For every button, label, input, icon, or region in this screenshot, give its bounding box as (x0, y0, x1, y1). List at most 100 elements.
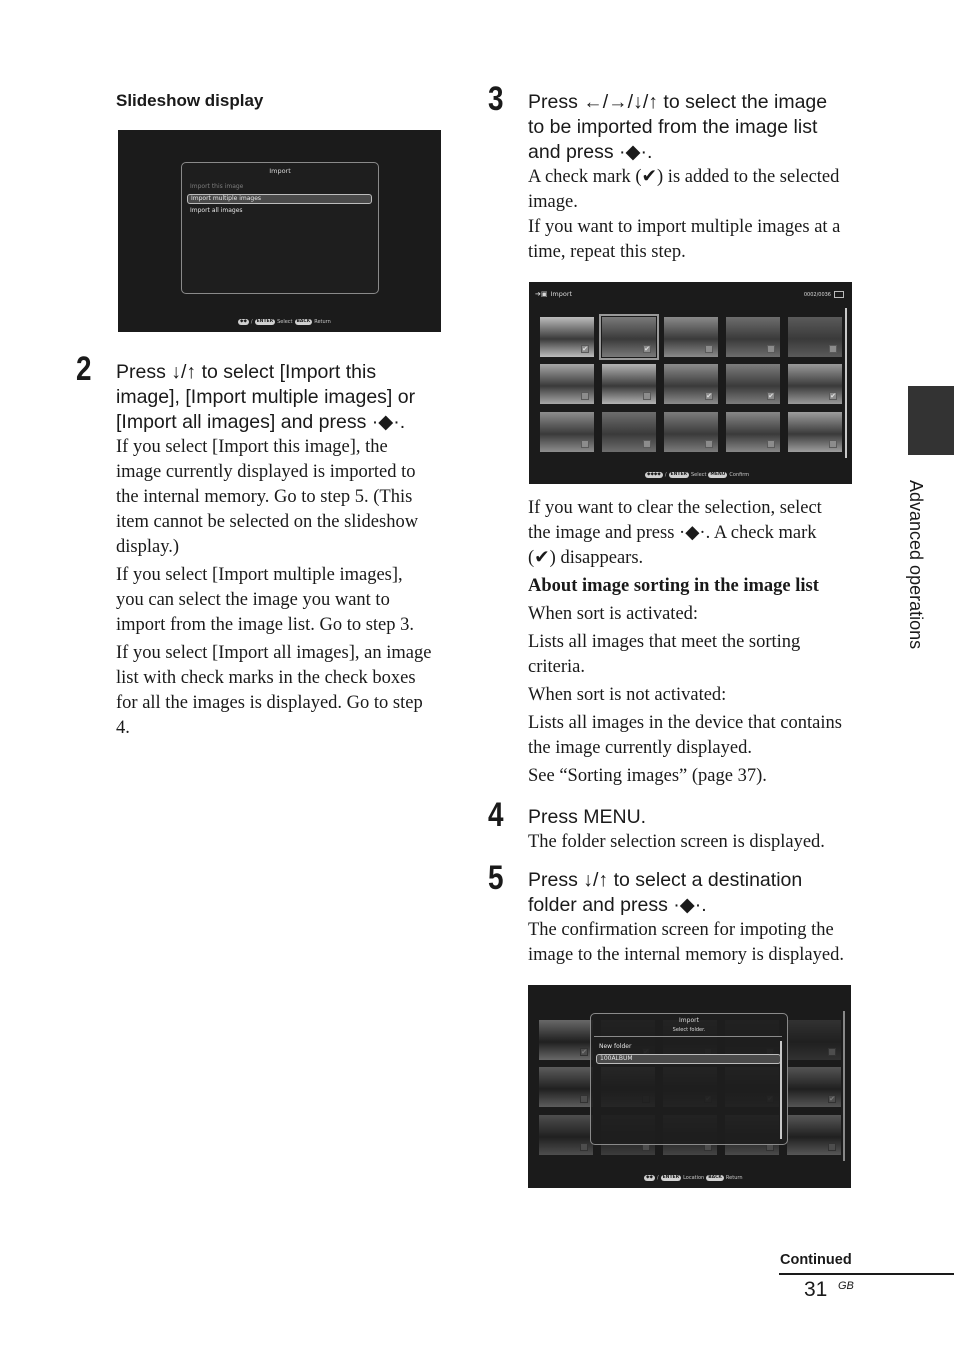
thumbnail-pier[interactable] (602, 364, 656, 404)
enter-key-icon: ENTER (668, 472, 689, 478)
folder-item-100album[interactable]: 100ALBUM (596, 1054, 781, 1064)
checkbox (828, 1143, 836, 1151)
step-5-paragraph: The confirmation screen for impoting the… (528, 920, 844, 965)
menu-item-import-multiple-images[interactable]: Import multiple images (187, 194, 372, 204)
thumbnail-beach-umbrella[interactable] (788, 317, 842, 357)
checkbox[interactable] (581, 392, 589, 400)
section-tab-label: Advanced operations (906, 480, 926, 650)
step-number-3: 3 (488, 80, 504, 118)
checkbox (580, 1143, 588, 1151)
scrollbar[interactable] (845, 308, 847, 458)
thumbnail-mountains (539, 1115, 593, 1155)
page-number: 31 (804, 1278, 828, 1301)
checkbox[interactable] (829, 440, 837, 448)
footer-rule (779, 1273, 954, 1275)
step-3: Press ←/→/↓/↑ to select the image to be … (528, 90, 868, 265)
checkbox: ✔ (828, 1095, 836, 1103)
sorting-line: Lists all images in the device that cont… (528, 713, 842, 758)
thumbnail-mountains[interactable] (540, 412, 594, 452)
section-tab-marker (908, 386, 954, 455)
thumbnail-lilies: ✔ (539, 1020, 593, 1060)
up-down-icon: ◆◆ (238, 319, 249, 325)
enter-key-icon: ENTER (660, 1175, 682, 1181)
slideshow-display-title: Slideshow display (116, 91, 264, 110)
checkbox: ✔ (580, 1048, 588, 1056)
divider (594, 1036, 782, 1037)
checkbox[interactable] (581, 440, 589, 448)
step-2-paragraph: If you select [Import multiple images], y… (116, 565, 415, 635)
thumbnail-snow-mountain[interactable] (726, 412, 780, 452)
back-key-icon: BACK (294, 319, 313, 325)
checkbox[interactable]: ✔ (705, 392, 713, 400)
checkbox[interactable]: ✔ (767, 392, 775, 400)
checkbox[interactable]: ✔ (643, 345, 651, 353)
back-key-icon: BACK (706, 1175, 724, 1181)
thumbnail-beach-umbrella (787, 1020, 841, 1060)
menu-item-import-this-image[interactable]: Import this image (190, 183, 243, 190)
thumbnail-sea (539, 1067, 593, 1107)
step-number-4: 4 (488, 796, 504, 834)
screen-footer: ◆◆ / ENTER Location BACK Return (644, 1175, 743, 1181)
step-4-heading: Press MENU. (528, 806, 647, 828)
checkbox[interactable] (705, 440, 713, 448)
thumbnail-potted-plants[interactable]: ✔ (788, 364, 842, 404)
thumbnail-city-harbor (787, 1115, 841, 1155)
sorting-line: When sort is not activated: (528, 685, 727, 705)
thumbnail-lilies[interactable]: ✔ (540, 317, 594, 357)
enter-key-icon: ENTER (254, 319, 276, 325)
checkbox[interactable] (705, 345, 713, 353)
step-2-paragraph: If you select [Import this image], the im… (116, 437, 419, 557)
checkbox[interactable] (643, 392, 651, 400)
checkbox[interactable]: ✔ (581, 345, 589, 353)
clear-selection-paragraph: If you want to clear the selection, sele… (528, 498, 822, 568)
step-number-2: 2 (76, 350, 92, 388)
import-menu-dialog: Import Import this image Import multiple… (181, 162, 379, 294)
thumbnail-flower-box[interactable]: ✔ (664, 364, 718, 404)
folder-item-new-folder[interactable]: New folder (599, 1043, 631, 1050)
checkbox[interactable] (767, 345, 775, 353)
sorting-line: Lists all images that meet the sorting cr… (528, 632, 801, 677)
step-5: Press ↓/↑ to select a destination folder… (528, 868, 868, 968)
checkbox[interactable] (829, 345, 837, 353)
thumbnail-road[interactable] (664, 412, 718, 452)
dialog-subtitle: Select folder. (672, 1027, 706, 1033)
four-way-icon: ◆◆◆◆ (645, 472, 663, 478)
checkbox[interactable]: ✔ (829, 392, 837, 400)
step-2-paragraph: If you select [Import all images], an im… (116, 643, 432, 738)
thumbnail-lake[interactable] (602, 412, 656, 452)
screen-header: ➔▣ Import (535, 290, 573, 298)
dialog-title: Import (269, 167, 291, 175)
sorting-line: When sort is activated: (528, 604, 699, 624)
page-locale: GB (838, 1280, 854, 1292)
thumbnail-city-harbor[interactable] (788, 412, 842, 452)
sorting-title: About image sorting in the image list (528, 576, 819, 596)
after-image-list: If you want to clear the selection, sele… (528, 496, 868, 792)
menu-item-import-all-images[interactable]: Import all images (190, 207, 243, 214)
sorting-page-reference[interactable]: See “Sorting images” (page 37). (528, 764, 868, 789)
thumbnail-sea[interactable] (540, 364, 594, 404)
checkbox[interactable] (643, 440, 651, 448)
display-icon (834, 291, 844, 298)
menu-key-icon: MENU (708, 472, 728, 478)
background-scrollbar (843, 1011, 845, 1161)
screen-footer: ◆◆ / ENTER Select BACK Return (238, 319, 331, 325)
thumbnail-potted-plants: ✔ (787, 1067, 841, 1107)
step-number-5: 5 (488, 859, 504, 897)
thumbnail-field-flowers[interactable] (726, 317, 780, 357)
step-5-heading: Press ↓/↑ to select a destination folder… (528, 869, 803, 916)
image-list-screen: ➔▣ Import 0002/0036 ✔ ✔ ✔ ✔ ✔ ◆◆◆◆ / ENTER S… (529, 282, 852, 484)
import-icon: ➔▣ (535, 290, 548, 298)
step-4: Press MENU. The folder selection screen … (528, 805, 868, 855)
select-folder-dialog: Import Select folder. New folder 100ALBU… (590, 1013, 788, 1145)
step-2: Press ↓/↑ to select [Import this image],… (116, 360, 456, 744)
slideshow-import-screen: Import Import this image Import multiple… (118, 130, 441, 332)
step-3-paragraph: A check mark (✔) is added to the selecte… (528, 167, 841, 262)
checkbox (580, 1095, 588, 1103)
thumbnail-flowers[interactable] (664, 317, 718, 357)
thumbnail-sunflower[interactable]: ✔ (599, 314, 659, 360)
image-counter: 0002/0036 (804, 291, 844, 298)
dialog-scrollbar[interactable] (780, 1041, 782, 1139)
screen-footer: ◆◆◆◆ / ENTER Select MENU Confirm (645, 472, 750, 478)
checkbox[interactable] (767, 440, 775, 448)
thumbnail-lily-of-the-valley[interactable]: ✔ (726, 364, 780, 404)
